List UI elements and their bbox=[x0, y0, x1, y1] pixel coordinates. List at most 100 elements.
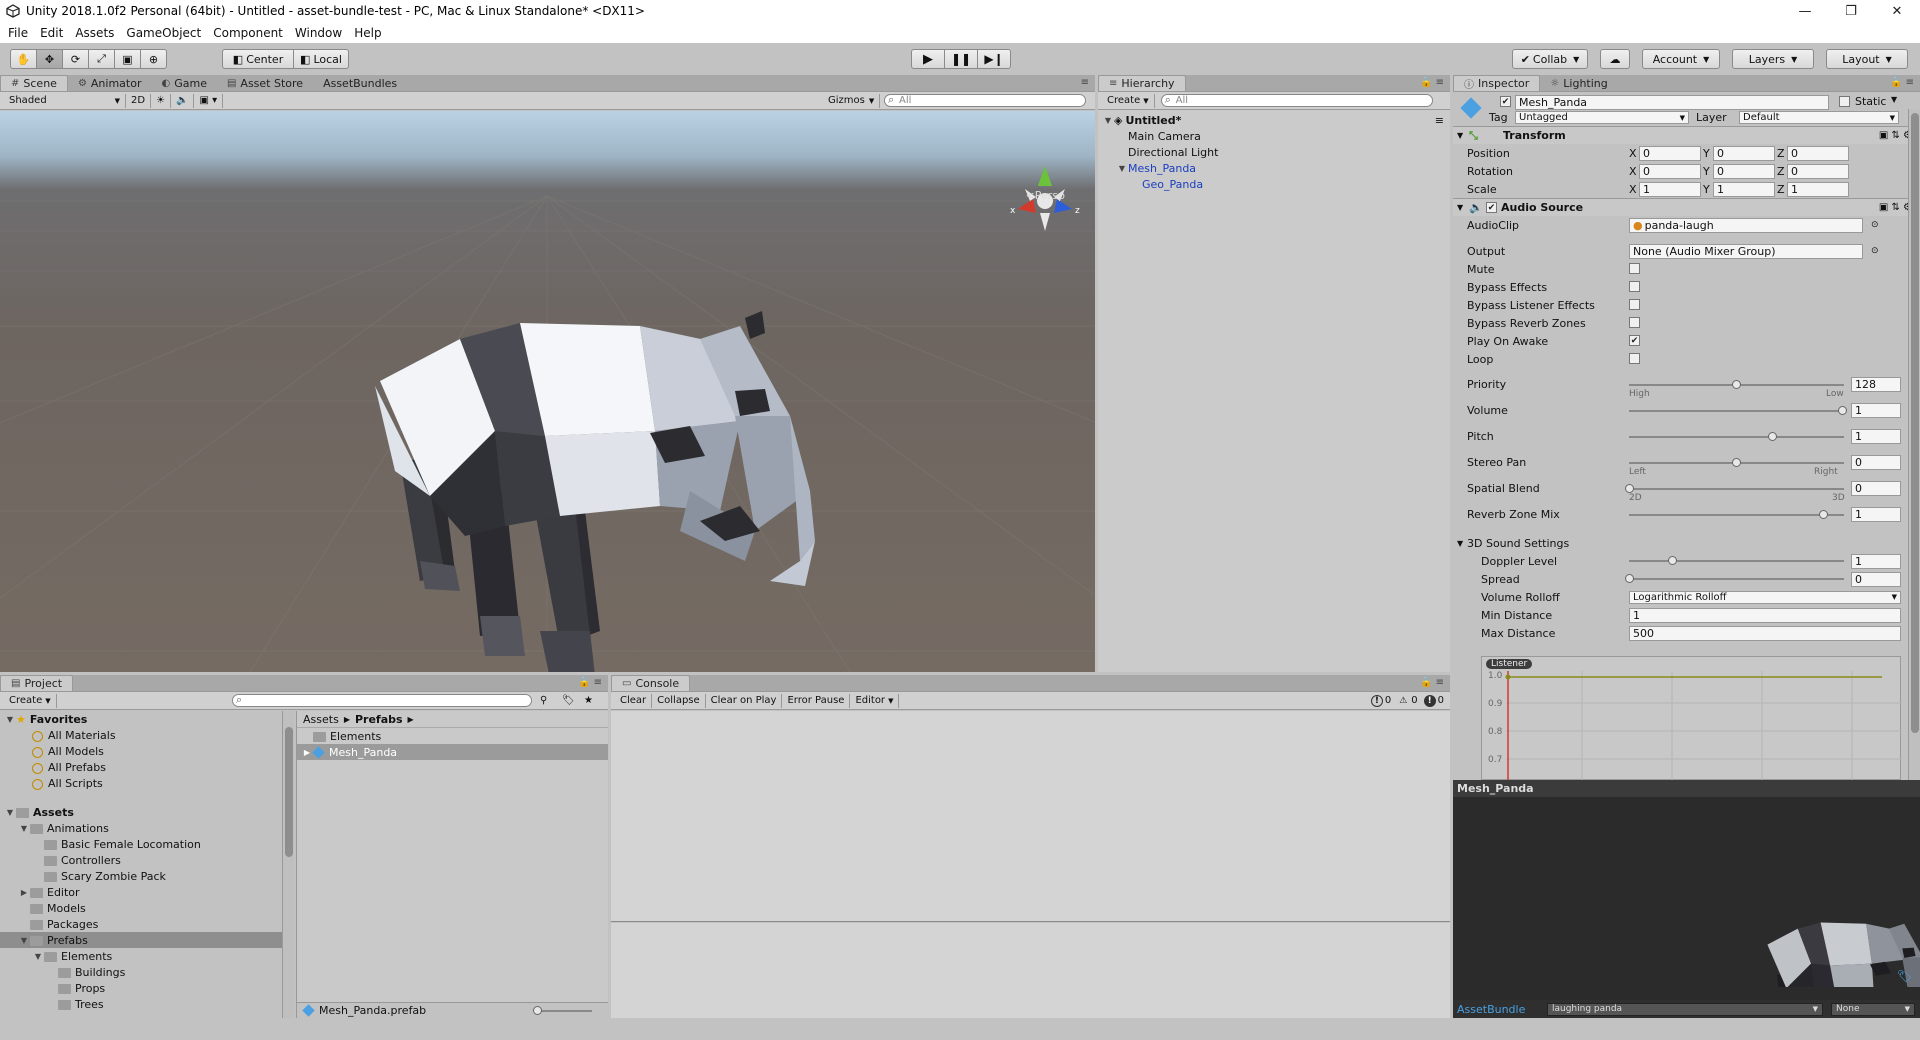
folder-expand-icon[interactable]: ▼ bbox=[32, 952, 44, 961]
inspector-scrollbar[interactable] bbox=[1908, 109, 1920, 780]
audio-slider-value-field[interactable]: 0 bbox=[1851, 481, 1901, 496]
inspector-scrollbar-thumb[interactable] bbox=[1911, 113, 1919, 733]
favorite-item[interactable]: All Prefabs bbox=[0, 759, 284, 775]
sound3d-fold-icon[interactable]: ▼ bbox=[1457, 539, 1463, 548]
audioclip-picker-icon[interactable]: ⊙ bbox=[1871, 220, 1879, 230]
menu-file[interactable]: File bbox=[2, 26, 34, 40]
audio-slider-value-field[interactable]: 1 bbox=[1851, 403, 1901, 418]
layers-button[interactable]: Layers ▼ bbox=[1732, 49, 1814, 69]
assetbundle-variant-dropdown[interactable]: None ▼ bbox=[1831, 1002, 1915, 1016]
project-folder-row[interactable]: Controllers bbox=[0, 852, 284, 868]
favorite-item[interactable]: All Materials bbox=[0, 727, 284, 743]
audio-toggle-checkbox[interactable]: ✔ bbox=[1629, 335, 1640, 346]
mode-2d-toggle[interactable]: 2D bbox=[126, 93, 152, 108]
audio-toggle-checkbox[interactable] bbox=[1629, 263, 1640, 274]
search-by-label-icon[interactable]: 🏷 bbox=[562, 695, 575, 706]
panel-menu-icon[interactable]: ≡ bbox=[1081, 77, 1089, 88]
asset-label-icon[interactable]: 🏷 bbox=[1897, 969, 1912, 983]
rotate-tool-icon[interactable]: ⟳ bbox=[62, 49, 89, 69]
audio-slider-thumb[interactable] bbox=[1625, 484, 1634, 493]
transform-y-field[interactable]: 1 bbox=[1713, 181, 1775, 197]
audio-fold-icon[interactable]: ▼ bbox=[1457, 203, 1463, 212]
console-clear-on-play-button[interactable]: Clear on Play bbox=[706, 693, 783, 708]
menu-edit[interactable]: Edit bbox=[34, 26, 69, 40]
audio-slider-thumb[interactable] bbox=[1838, 406, 1847, 415]
menu-component[interactable]: Component bbox=[207, 26, 289, 40]
audio-slider-value-field[interactable]: 0 bbox=[1851, 455, 1901, 470]
transform-x-field[interactable]: 1 bbox=[1639, 181, 1701, 197]
output-field[interactable]: None (Audio Mixer Group) bbox=[1629, 243, 1863, 259]
error-counter[interactable]: ! 0 bbox=[1423, 694, 1444, 707]
icon-size-slider[interactable] bbox=[536, 1010, 592, 1012]
menu-gameobject[interactable]: GameObject bbox=[120, 26, 207, 40]
assetbundle-dropdown[interactable]: laughing panda ▼ bbox=[1547, 1002, 1823, 1016]
favorite-item[interactable]: All Scripts bbox=[0, 775, 284, 791]
project-folder-row[interactable]: ▼ Elements bbox=[0, 948, 284, 964]
pause-button[interactable]: ❚❚ bbox=[944, 49, 978, 69]
hierarchy-create-button[interactable]: Create ▼ bbox=[1102, 93, 1155, 108]
tag-dropdown[interactable]: Untagged ▼ bbox=[1515, 111, 1689, 124]
spread-value-field[interactable]: 0 bbox=[1851, 571, 1901, 587]
audio-enabled-checkbox[interactable]: ✔ bbox=[1486, 202, 1497, 213]
rolloff-graph[interactable]: Listener 1.0 0.9 0.8 0.7 bbox=[1481, 656, 1902, 780]
project-menu-icon[interactable]: 🔒 ≡ bbox=[578, 677, 602, 688]
layer-dropdown[interactable]: Default ▼ bbox=[1739, 111, 1899, 124]
sound3d-header[interactable]: ▼ 3D Sound Settings bbox=[1453, 534, 1920, 552]
audio-slider-thumb[interactable] bbox=[1731, 380, 1741, 389]
tab-hierarchy[interactable]: ≡ Hierarchy bbox=[1098, 75, 1186, 91]
assets-root-row[interactable]: ▼ Assets bbox=[0, 804, 284, 820]
project-folder-row[interactable]: Trees bbox=[0, 996, 284, 1012]
console-detail-area[interactable] bbox=[611, 923, 1450, 1018]
audio-toggle-checkbox[interactable] bbox=[1629, 317, 1640, 328]
hierarchy-item-directional-light[interactable]: Directional Light bbox=[1098, 144, 1450, 160]
project-create-button[interactable]: Create ▼ bbox=[4, 693, 57, 708]
favorite-star-icon[interactable]: ★ bbox=[584, 695, 593, 706]
doppler-value-field[interactable]: 1 bbox=[1851, 553, 1901, 569]
audio-slider-track[interactable] bbox=[1629, 436, 1844, 438]
transform-y-field[interactable]: 0 bbox=[1713, 163, 1775, 179]
assets-expand-icon[interactable]: ▼ bbox=[4, 808, 16, 817]
tab-project[interactable]: ▤ Project bbox=[0, 675, 74, 691]
audio-toggle-checkbox[interactable] bbox=[1629, 299, 1640, 310]
maximize-icon[interactable]: ❐ bbox=[1828, 0, 1874, 22]
projection-label[interactable]: <Persp bbox=[1026, 189, 1065, 202]
scene-viewport[interactable]: x z <Persp bbox=[0, 111, 1095, 672]
close-icon[interactable]: ✕ bbox=[1874, 0, 1920, 22]
project-folder-row[interactable]: Models bbox=[0, 900, 284, 916]
hierarchy-search-input[interactable]: All bbox=[1160, 93, 1433, 107]
hierarchy-menu-icon[interactable]: 🔒 ≡ bbox=[1420, 77, 1444, 88]
transform-header[interactable]: ▼ ⤡ Transform ▣ ⇅ ⚙ bbox=[1453, 126, 1920, 144]
audio-toggle-checkbox[interactable] bbox=[1629, 353, 1640, 364]
breadcrumb-prefabs[interactable]: Prefabs bbox=[355, 713, 403, 726]
transform-tool-icon[interactable]: ⊕ bbox=[140, 49, 167, 69]
spread-slider-track[interactable] bbox=[1629, 578, 1844, 580]
hierarchy-item-main-camera[interactable]: Main Camera bbox=[1098, 128, 1450, 144]
favorites-row[interactable]: ▼ ★ Favorites bbox=[0, 711, 284, 727]
transform-z-field[interactable]: 0 bbox=[1787, 145, 1849, 161]
spread-slider-thumb[interactable] bbox=[1625, 574, 1634, 583]
audioclip-field[interactable]: ● panda-laugh bbox=[1629, 217, 1863, 233]
console-collapse-button[interactable]: Collapse bbox=[652, 693, 706, 708]
hierarchy-item-mesh-panda[interactable]: ▼ Mesh_Panda bbox=[1098, 160, 1450, 176]
audio-slider-value-field[interactable]: 128 bbox=[1851, 377, 1901, 392]
transform-z-field[interactable]: 1 bbox=[1787, 181, 1849, 197]
preview-viewport[interactable]: 🏷 bbox=[1453, 797, 1920, 1018]
tab-scene[interactable]: # Scene bbox=[0, 75, 68, 91]
project-folder-row[interactable]: Props bbox=[0, 980, 284, 996]
scale-tool-icon[interactable]: ⤢ bbox=[88, 49, 115, 69]
audio-source-header[interactable]: ▼ 🔈 ✔ Audio Source ▣ ⇅ ⚙ bbox=[1453, 198, 1920, 216]
scene-menu-icon[interactable]: ≡ bbox=[1435, 114, 1444, 127]
project-folder-row[interactable]: ▼ Prefabs bbox=[0, 932, 284, 948]
pivot-local-button[interactable]: ◧ Local bbox=[293, 49, 349, 69]
hand-tool-icon[interactable]: ✋ bbox=[10, 49, 37, 69]
project-folder-row[interactable]: Buildings bbox=[0, 964, 284, 980]
icon-size-slider-thumb[interactable] bbox=[533, 1006, 542, 1015]
tab-lighting[interactable]: ☼ Lighting bbox=[1540, 75, 1617, 91]
console-log-list[interactable] bbox=[611, 711, 1450, 922]
audio-slider-track[interactable] bbox=[1629, 488, 1844, 490]
scene-root-row[interactable]: ▼ ◈ Untitled* ≡ bbox=[1098, 112, 1450, 128]
object-active-checkbox[interactable]: ✔ bbox=[1500, 96, 1511, 107]
tab-animator[interactable]: ⚙ Animator bbox=[68, 75, 152, 91]
project-tree-scrollbar[interactable] bbox=[282, 711, 294, 1018]
mesh-panda-expand-icon[interactable]: ▼ bbox=[1116, 164, 1128, 173]
